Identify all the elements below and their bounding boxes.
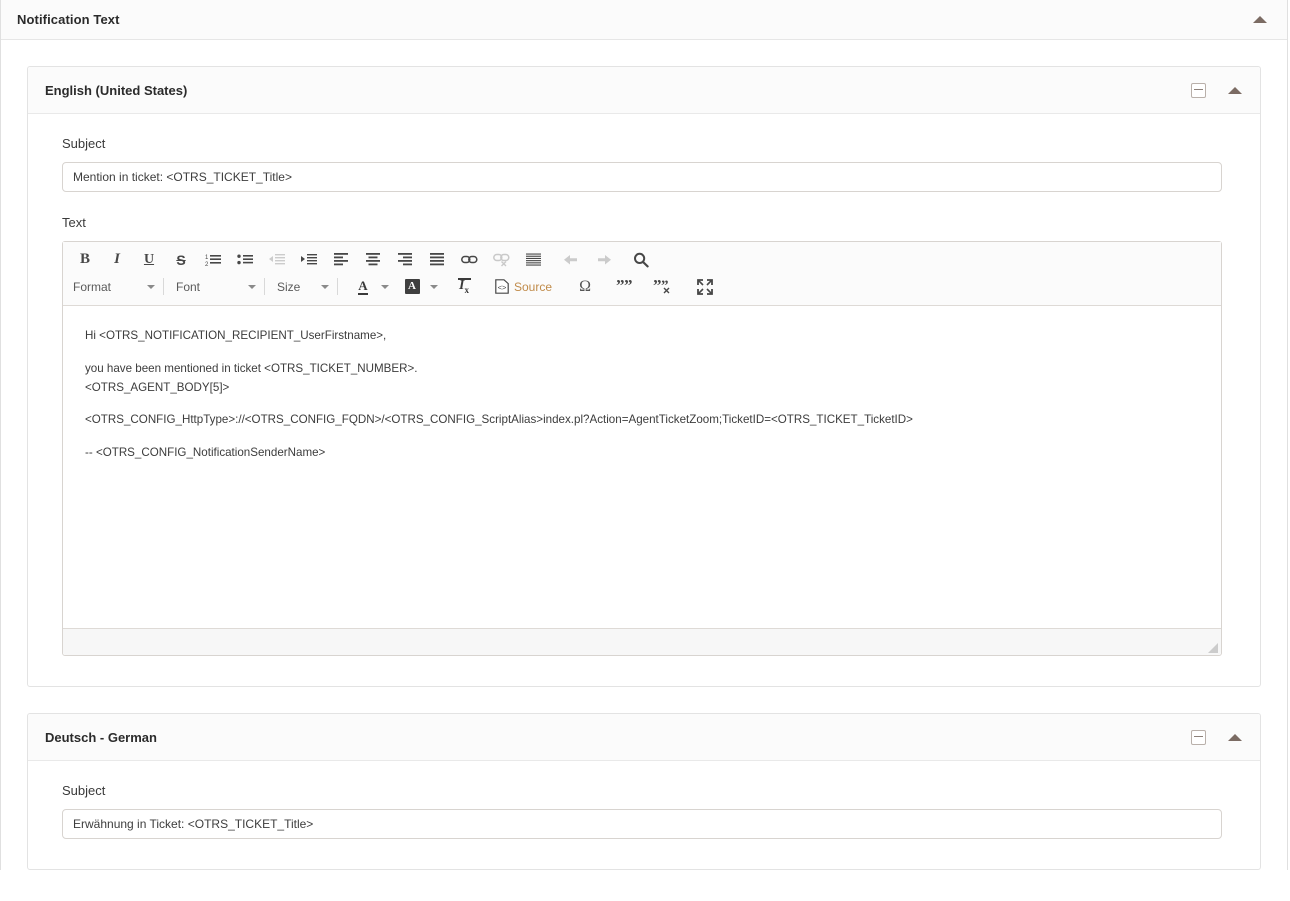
- text-color-button[interactable]: A: [348, 276, 376, 298]
- omega-icon: Ω: [579, 279, 591, 295]
- language-collapse-button-en[interactable]: [1222, 81, 1248, 100]
- widget-collapse-button[interactable]: [1247, 10, 1273, 29]
- format-dropdown[interactable]: Format: [69, 275, 155, 299]
- editor-paragraph-4: <OTRS_CONFIG_HttpType>://<OTRS_CONFIG_FQ…: [85, 412, 1199, 429]
- page-title: Notification Text: [17, 12, 1247, 27]
- source-button[interactable]: <> Source: [492, 276, 555, 298]
- format-dropdown-label: Format: [73, 280, 141, 294]
- undo-icon[interactable]: [557, 249, 585, 271]
- chevron-down-icon: [147, 285, 155, 289]
- language-panel-de: Deutsch - German Subject: [27, 713, 1261, 870]
- quote-icon: ” ”: [616, 279, 634, 294]
- toolbar-separator: [337, 278, 338, 295]
- language-panel-body-de: Subject: [28, 761, 1260, 869]
- chevron-down-icon[interactable]: [381, 285, 389, 289]
- source-icon: <>: [495, 279, 509, 294]
- source-button-label: Source: [514, 281, 552, 293]
- bulleted-list-icon[interactable]: [231, 249, 259, 271]
- subject-label-en: Subject: [62, 136, 1226, 151]
- remove-format-button[interactable]: Ix: [450, 276, 478, 298]
- resize-handle-icon[interactable]: [1208, 643, 1218, 653]
- remove-format-icon: Ix: [459, 279, 469, 295]
- size-dropdown-label: Size: [277, 280, 315, 294]
- language-panel-header-en: English (United States): [28, 67, 1260, 114]
- caret-up-icon: [1228, 734, 1242, 741]
- chevron-down-icon: [248, 285, 256, 289]
- justify-icon[interactable]: [423, 249, 451, 271]
- horizontal-rule-icon[interactable]: [519, 249, 547, 271]
- svg-text:1: 1: [205, 255, 209, 261]
- svg-text:2: 2: [205, 262, 209, 267]
- subject-input-de[interactable]: [62, 809, 1222, 839]
- language-title-de: Deutsch - German: [45, 730, 1191, 745]
- maximize-icon: [697, 279, 713, 295]
- special-character-button[interactable]: Ω: [571, 276, 599, 298]
- toolbar-row-1: B I U S 1 2: [69, 246, 1215, 273]
- redo-icon[interactable]: [589, 249, 617, 271]
- box-minus-icon[interactable]: [1191, 730, 1206, 745]
- editor-toolbar: B I U S 1 2: [63, 242, 1221, 306]
- language-header-actions-en: [1191, 81, 1248, 100]
- chevron-down-icon[interactable]: [430, 285, 438, 289]
- text-label-en: Text: [62, 215, 1226, 230]
- language-collapse-button-de[interactable]: [1222, 728, 1248, 747]
- increase-indent-icon[interactable]: [295, 249, 323, 271]
- align-left-icon[interactable]: [327, 249, 355, 271]
- numbered-list-icon[interactable]: 1 2: [199, 249, 227, 271]
- decrease-indent-icon[interactable]: [263, 249, 291, 271]
- svg-text:<>: <>: [498, 283, 507, 292]
- language-panel-header-de: Deutsch - German: [28, 714, 1260, 761]
- toolbar-separator: [163, 278, 164, 295]
- subject-label-de: Subject: [62, 783, 1226, 798]
- editor-footer: [63, 628, 1221, 655]
- quote-remove-icon: ” ”: [653, 279, 673, 294]
- editor-paragraph-2: you have been mentioned in ticket <OTRS_…: [85, 361, 1199, 378]
- insert-quote-button[interactable]: ” ”: [611, 276, 639, 298]
- align-right-icon[interactable]: [391, 249, 419, 271]
- rich-text-editor-en: B I U S 1 2: [62, 241, 1222, 656]
- align-center-icon[interactable]: [359, 249, 387, 271]
- unlink-icon[interactable]: [487, 249, 515, 271]
- widget-body: English (United States) Subject Text: [1, 40, 1287, 870]
- find-icon[interactable]: [627, 249, 655, 271]
- editor-paragraph-3: <OTRS_AGENT_BODY[5]>: [85, 380, 1199, 397]
- editor-paragraph-5: -- <OTRS_CONFIG_NotificationSenderName>: [85, 445, 1199, 462]
- link-icon[interactable]: [455, 249, 483, 271]
- box-minus-icon[interactable]: [1191, 83, 1206, 98]
- toolbar-separator: [264, 278, 265, 295]
- language-panel-en: English (United States) Subject Text: [27, 66, 1261, 687]
- background-color-icon: A: [405, 279, 420, 294]
- language-header-actions-de: [1191, 728, 1248, 747]
- editor-paragraph-1: Hi <OTRS_NOTIFICATION_RECIPIENT_UserFirs…: [85, 328, 1199, 345]
- toolbar-row-2: Format Font Size: [69, 273, 1215, 300]
- text-color-icon: A: [358, 279, 367, 295]
- widget-header: Notification Text: [1, 0, 1287, 40]
- subject-input-en[interactable]: [62, 162, 1222, 192]
- caret-up-icon: [1228, 87, 1242, 94]
- maximize-button[interactable]: [691, 276, 719, 298]
- font-dropdown-label: Font: [176, 280, 242, 294]
- italic-icon[interactable]: I: [103, 249, 131, 271]
- caret-up-icon: [1253, 16, 1267, 23]
- background-color-button[interactable]: A: [393, 276, 425, 298]
- notification-text-widget: Notification Text English (United States…: [0, 0, 1288, 870]
- chevron-down-icon: [321, 285, 329, 289]
- remove-quote-button[interactable]: ” ”: [649, 276, 677, 298]
- svg-text:”: ”: [624, 279, 633, 294]
- font-dropdown[interactable]: Font: [172, 275, 256, 299]
- underline-icon[interactable]: U: [135, 249, 163, 271]
- language-panel-body-en: Subject Text B I U S: [28, 114, 1260, 686]
- size-dropdown[interactable]: Size: [273, 275, 329, 299]
- language-title-en: English (United States): [45, 83, 1191, 98]
- strikethrough-icon[interactable]: S: [167, 249, 195, 271]
- bold-icon[interactable]: B: [71, 249, 99, 271]
- editor-content-area[interactable]: Hi <OTRS_NOTIFICATION_RECIPIENT_UserFirs…: [63, 306, 1221, 628]
